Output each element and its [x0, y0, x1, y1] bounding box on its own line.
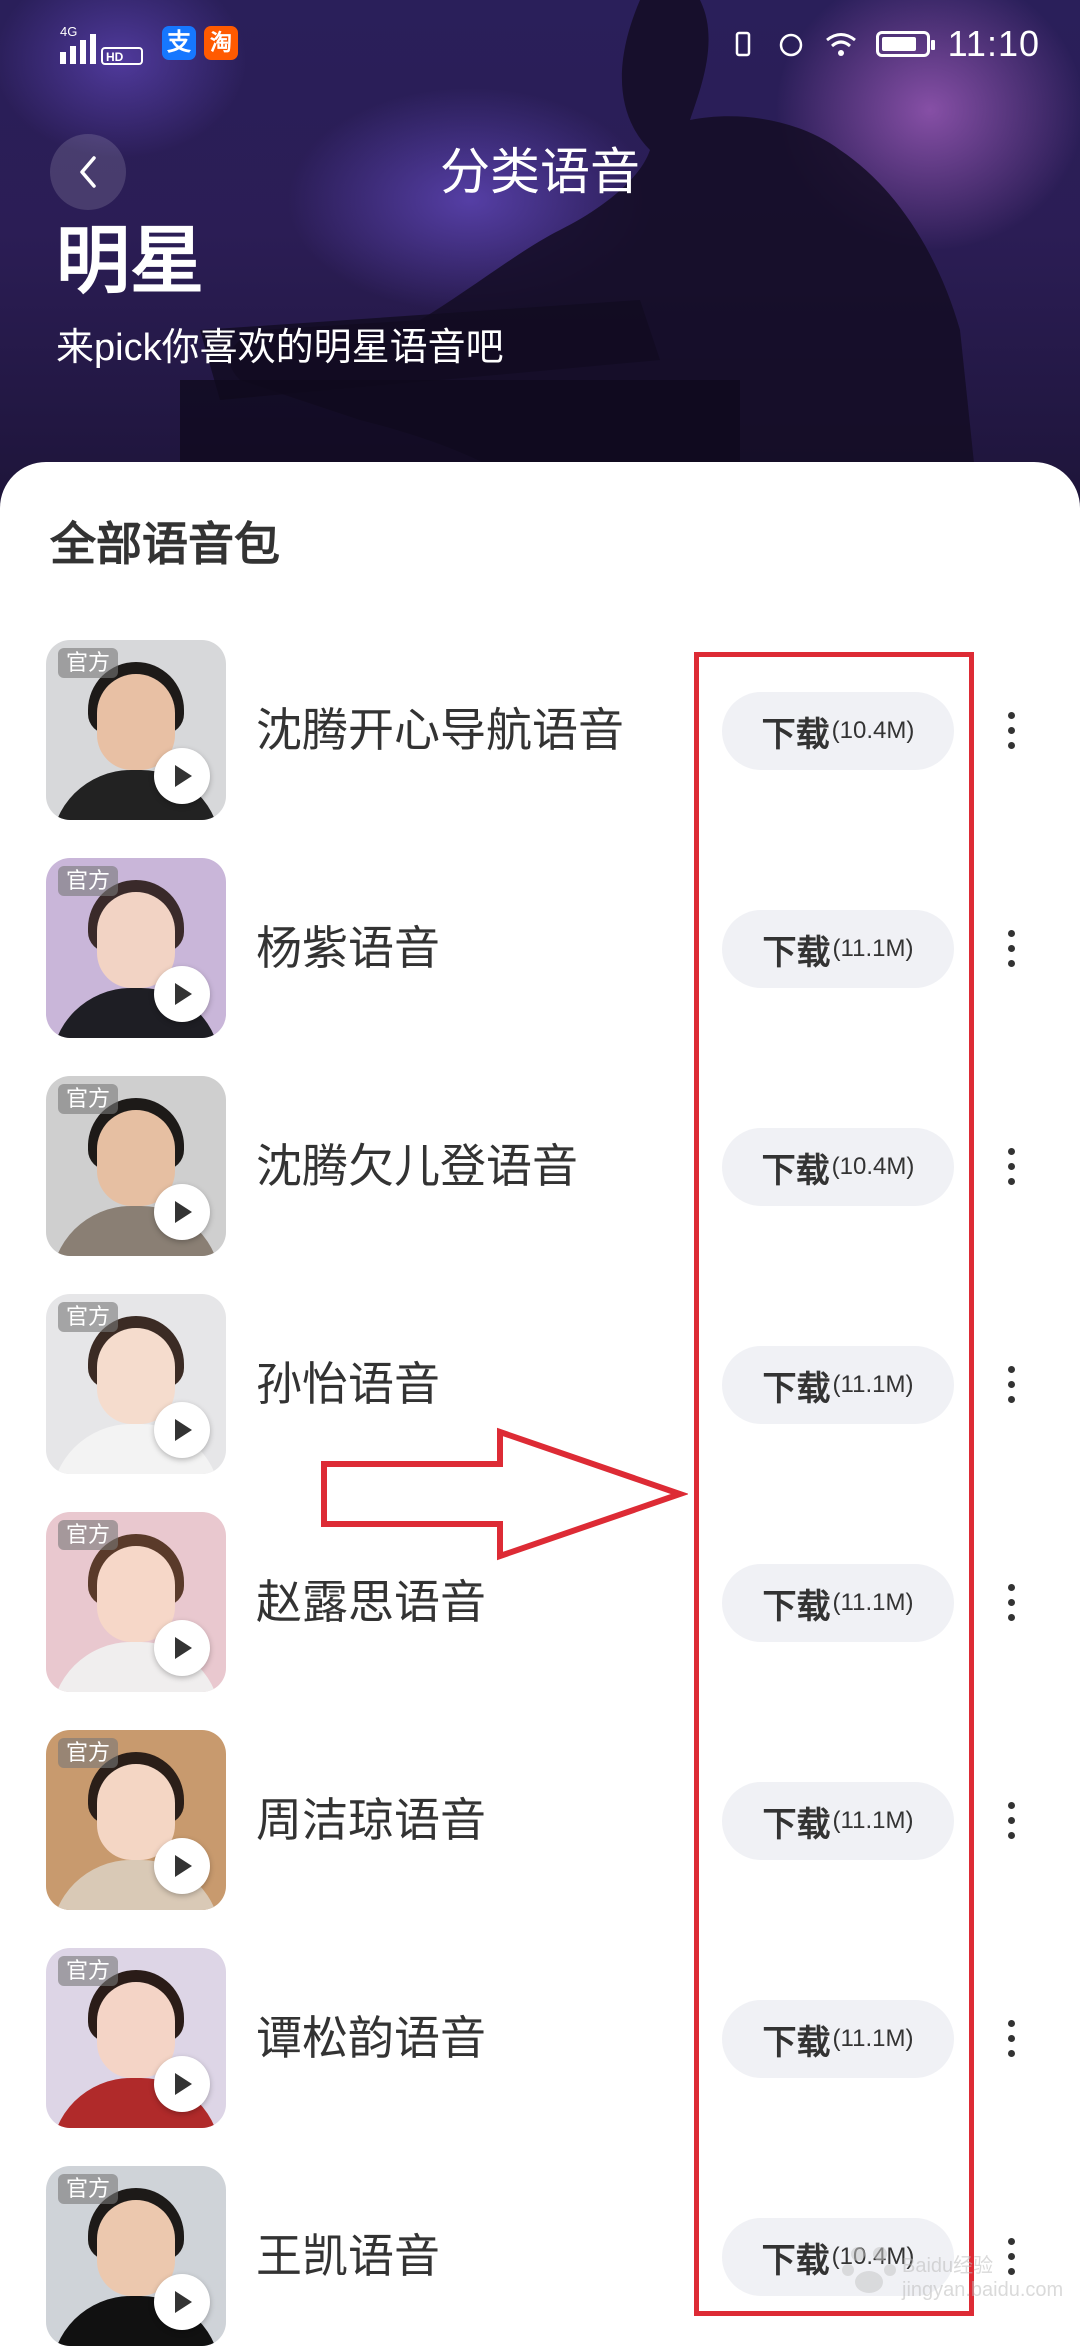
voice-pack-thumbnail[interactable]: 官方 — [46, 1076, 226, 1256]
voice-pack-thumbnail[interactable]: 官方 — [46, 1730, 226, 1910]
more-dot-icon — [1007, 711, 1015, 719]
more-dot-icon — [1007, 1147, 1015, 1155]
play-icon — [175, 983, 192, 1005]
alipay-notification-icon: 支 — [162, 26, 196, 60]
svg-text:4G: 4G — [60, 24, 77, 39]
play-icon — [175, 2073, 192, 2095]
wifi-icon — [825, 33, 856, 56]
more-dot-icon — [1007, 2049, 1015, 2057]
more-dot-icon — [1007, 1613, 1015, 1621]
voice-pack-name: 沈腾欠儿登语音 — [256, 1140, 578, 1192]
official-badge: 官方 — [58, 1302, 119, 1332]
play-preview-button[interactable] — [154, 1620, 210, 1676]
voice-pack-thumbnail[interactable]: 官方 — [46, 1948, 226, 2128]
play-icon — [175, 2291, 192, 2313]
official-badge: 官方 — [58, 1084, 119, 1114]
more-dot-icon — [1007, 959, 1015, 967]
more-dot-icon — [1007, 1162, 1015, 1170]
play-preview-button[interactable] — [154, 1402, 210, 1458]
play-icon — [175, 1201, 192, 1223]
voice-pack-name: 谭松韵语音 — [256, 2012, 486, 2064]
more-dot-icon — [1007, 1583, 1015, 1591]
more-dot-icon — [1007, 1816, 1015, 1824]
more-options-button[interactable] — [996, 1788, 1026, 1852]
section-title: 全部语音包 — [50, 518, 280, 570]
voice-pack-name: 赵露思语音 — [256, 1576, 486, 1628]
more-dot-icon — [1007, 1365, 1015, 1373]
official-badge: 官方 — [58, 648, 119, 678]
svg-text:HD: HD — [106, 50, 124, 64]
page-title: 分类语音 — [440, 144, 640, 200]
voice-pack-thumbnail[interactable]: 官方 — [46, 1512, 226, 1692]
watermark: Baidu经验 jingyan.baidu.com — [840, 2240, 1064, 2320]
official-badge: 官方 — [58, 2174, 119, 2204]
voice-pack-thumbnail[interactable]: 官方 — [46, 640, 226, 820]
more-dot-icon — [1007, 2034, 1015, 2042]
voice-pack-name: 杨紫语音 — [256, 922, 440, 974]
official-badge: 官方 — [58, 1520, 119, 1550]
vibrate-icon — [735, 31, 750, 57]
voice-pack-name: 王凯语音 — [256, 2230, 440, 2282]
more-dot-icon — [1007, 929, 1015, 937]
more-dot-icon — [1007, 726, 1015, 734]
annotation-highlight-box — [694, 652, 974, 2316]
more-options-button[interactable] — [996, 1570, 1026, 1634]
taobao-notification-icon: 淘 — [204, 26, 238, 60]
more-dot-icon — [1007, 1177, 1015, 1185]
voice-pack-name: 周洁琼语音 — [256, 1794, 486, 1846]
more-dot-icon — [1007, 1395, 1015, 1403]
voice-pack-thumbnail[interactable]: 官方 — [46, 1294, 226, 1474]
more-options-button[interactable] — [996, 698, 1026, 762]
category-subtitle: 来pick你喜欢的明星语音吧 — [56, 327, 504, 369]
official-badge: 官方 — [58, 1738, 119, 1768]
more-dot-icon — [1007, 2019, 1015, 2027]
official-badge: 官方 — [58, 1956, 119, 1986]
play-icon — [175, 1855, 192, 1877]
signal-icon: 4G HD — [60, 24, 143, 65]
more-dot-icon — [1007, 1380, 1015, 1388]
play-icon — [175, 1419, 192, 1441]
alarm-icon — [779, 33, 802, 57]
voice-pack-thumbnail[interactable]: 官方 — [46, 858, 226, 1038]
annotation-arrow-icon — [321, 1427, 688, 1561]
category-title: 明星 — [56, 219, 204, 302]
more-dot-icon — [1007, 1831, 1015, 1839]
status-bar: 4G HD 支 淘 11:10 — [0, 0, 1080, 90]
play-preview-button[interactable] — [154, 966, 210, 1022]
header-banner: 4G HD 支 淘 11:10 分类语音 明星 来pick你喜欢的明星语音吧 — [0, 0, 1080, 520]
voice-pack-thumbnail[interactable]: 官方 — [46, 2166, 226, 2346]
more-options-button[interactable] — [996, 1134, 1026, 1198]
baidu-paw-icon — [842, 2247, 896, 2293]
watermark-text: Baidu经验 jingyan.baidu.com — [902, 2255, 1064, 2301]
more-dot-icon — [1007, 1598, 1015, 1606]
voice-pack-name: 沈腾开心导航语音 — [256, 704, 624, 756]
more-dot-icon — [1007, 944, 1015, 952]
play-icon — [175, 1637, 192, 1659]
clock: 11:10 — [947, 23, 1040, 64]
more-dot-icon — [1007, 1801, 1015, 1809]
battery-icon — [875, 31, 935, 57]
official-badge: 官方 — [58, 866, 119, 896]
voice-pack-name: 孙怡语音 — [256, 1358, 440, 1410]
play-preview-button[interactable] — [154, 1838, 210, 1894]
more-options-button[interactable] — [996, 1352, 1026, 1416]
play-preview-button[interactable] — [154, 748, 210, 804]
more-dot-icon — [1007, 741, 1015, 749]
play-icon — [175, 765, 192, 787]
play-preview-button[interactable] — [154, 2056, 210, 2112]
more-options-button[interactable] — [996, 916, 1026, 980]
play-preview-button[interactable] — [154, 2274, 210, 2330]
more-options-button[interactable] — [996, 2006, 1026, 2070]
play-preview-button[interactable] — [154, 1184, 210, 1240]
